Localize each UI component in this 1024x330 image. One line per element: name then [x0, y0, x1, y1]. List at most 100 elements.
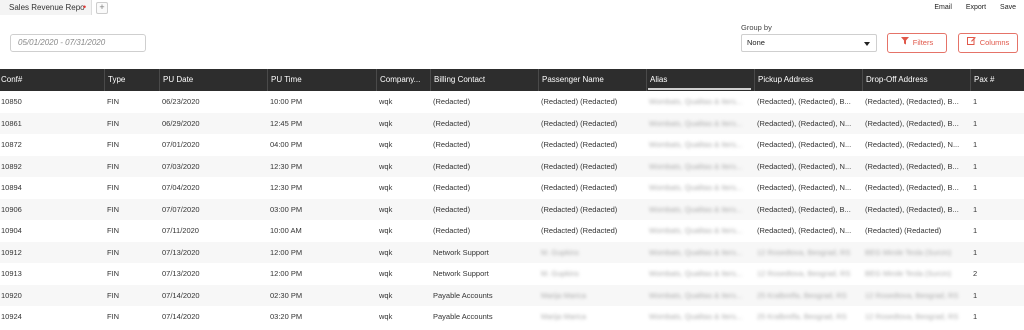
table-row[interactable]: 10906 FIN 07/07/2020 03:00 PM wqk (Redacted) (… [0, 198, 1024, 220]
column-header-dropoff-address[interactable]: Drop-Off Address [862, 69, 970, 91]
table-row[interactable]: 10912 FIN 07/13/2020 12:00 PM wqk Network Sup… [0, 241, 1024, 263]
cell-passenger-name: Marija Marica [541, 312, 587, 321]
export-button[interactable]: Export [966, 4, 986, 11]
cell-dropoff-address: 12 Rosedtova, Beograd, RS [865, 290, 959, 300]
cell-billing-contact: Network Support [433, 269, 489, 278]
cell-pu-time: 12:00 PM [270, 269, 303, 278]
group-by-value: None [747, 38, 765, 47]
cell-alias: Wombats, Qualitas & Iters... [649, 204, 743, 214]
cell-pu-time: 10:00 AM [270, 226, 302, 235]
cell-pu-time: 10:00 PM [270, 97, 303, 106]
cell-billing-contact: (Redacted) [433, 226, 471, 235]
cell-alias: Wombats, Qualitas & Iters... [649, 161, 743, 171]
column-header-billing-contact[interactable]: Billing Contact [430, 69, 538, 91]
cell-passenger-name: (Redacted) (Redacted) [541, 161, 618, 171]
cell-pickup-address: 25 Kralbrelfa, Beograd, RS [757, 290, 847, 300]
cell-company: wqk [379, 312, 393, 321]
cell-type: FIN [107, 312, 120, 321]
cell-type: FIN [107, 161, 120, 171]
cell-pickup-address: (Redacted), (Redacted), B... [757, 204, 851, 214]
cell-dropoff-address: (Redacted), (Redacted), B... [865, 183, 959, 192]
cell-dropoff-address: (Redacted), (Redacted), B... [865, 118, 959, 128]
cell-pickup-address: 12 Rosedtova, Beograd, RS [757, 269, 851, 278]
cell-dropoff-address: BEG Mirole Tesla (Surcin) [865, 269, 952, 278]
cell-alias: Wombats, Qualitas & Iters... [649, 312, 743, 321]
cell-alias: Wombats, Qualitas & Iters... [649, 118, 743, 128]
cell-pu-date: 07/13/2020 [162, 247, 200, 257]
cell-conf: 10861 [1, 118, 22, 128]
cell-type: FIN [107, 226, 120, 235]
columns-edit-icon [966, 34, 976, 52]
cell-passenger-name: (Redacted) (Redacted) [541, 140, 618, 149]
table-row[interactable]: 10872 FIN 07/01/2020 04:00 PM wqk (Redacted) (… [0, 134, 1024, 156]
column-header-pickup-address[interactable]: Pickup Address [754, 69, 862, 91]
cell-type: FIN [107, 183, 120, 192]
cell-pu-time: 12:00 PM [270, 247, 303, 257]
date-range-input[interactable]: 05/01/2020 - 07/31/2020 [10, 34, 146, 52]
add-tab-button[interactable]: + [96, 2, 108, 14]
cell-conf: 10850 [1, 97, 22, 106]
cell-pickup-address: (Redacted), (Redacted), N... [757, 226, 852, 235]
table-row[interactable]: 10894 FIN 07/04/2020 12:30 PM wqk (Redacted) (… [0, 177, 1024, 199]
cell-billing-contact: Payable Accounts [433, 312, 493, 321]
cell-pu-date: 07/13/2020 [162, 269, 200, 278]
cell-pu-date: 07/07/2020 [162, 204, 200, 214]
cell-conf: 10912 [1, 247, 22, 257]
column-header-pu-time[interactable]: PU Time [267, 69, 376, 91]
cell-pu-date: 07/04/2020 [162, 183, 200, 192]
cell-conf: 10906 [1, 204, 22, 214]
save-button[interactable]: Save [1000, 4, 1016, 11]
column-header-conf[interactable]: Conf# [0, 69, 104, 91]
unsaved-dot-icon: • [83, 2, 87, 12]
cell-passenger-name: (Redacted) (Redacted) [541, 118, 618, 128]
cell-billing-contact: (Redacted) [433, 118, 471, 128]
email-button[interactable]: Email [934, 4, 952, 11]
cell-alias: Wombats, Qualitas & Iters... [649, 183, 743, 192]
column-header-type[interactable]: Type [104, 69, 159, 91]
table-row[interactable]: 10850 FIN 06/23/2020 10:00 PM wqk (Redacted) (… [0, 91, 1024, 113]
cell-company: wqk [379, 247, 393, 257]
cell-billing-contact: (Redacted) [433, 204, 471, 214]
column-header-pu-date[interactable]: PU Date [159, 69, 267, 91]
funnel-icon [900, 34, 909, 52]
group-by-select[interactable]: None [741, 34, 877, 52]
cell-pu-date: 07/14/2020 [162, 312, 200, 321]
table-row[interactable]: 10892 FIN 07/03/2020 12:30 PM wqk (Redacted) (… [0, 155, 1024, 177]
cell-pax: 1 [973, 247, 978, 257]
cell-pickup-address: (Redacted), (Redacted), B... [757, 97, 851, 106]
cell-pu-date: 07/14/2020 [162, 290, 200, 300]
cell-pickup-address: 12 Rosedtova, Beograd, RS [757, 247, 851, 257]
table-row[interactable]: 10920 FIN 07/14/2020 02:30 PM wqk Payable Acc… [0, 284, 1024, 306]
cell-type: FIN [107, 97, 120, 106]
caret-down-icon [864, 42, 870, 46]
table-row[interactable]: 10924 FIN 07/14/2020 03:20 PM wqk Payable Acc… [0, 306, 1024, 328]
cell-alias: Wombats, Qualitas & Iters... [649, 269, 743, 278]
cell-company: wqk [379, 161, 393, 171]
column-header-company[interactable]: Company... [376, 69, 430, 91]
group-by-label: Group by [741, 23, 772, 32]
cell-billing-contact: (Redacted) [433, 97, 471, 106]
column-header-pax[interactable]: Pax # [970, 69, 1024, 91]
cell-pu-time: 12:30 PM [270, 161, 303, 171]
filters-button[interactable]: Filters [887, 33, 947, 53]
columns-button[interactable]: Columns [958, 33, 1018, 53]
column-header-passenger-name[interactable]: Passenger Name [538, 69, 646, 91]
cell-pax: 1 [973, 312, 978, 321]
cell-company: wqk [379, 269, 393, 278]
cell-dropoff-address: (Redacted), (Redacted), B... [865, 161, 959, 171]
cell-pax: 1 [973, 97, 978, 106]
tab-sales-revenue-report[interactable]: Sales Revenue Repo • [0, 0, 92, 15]
cell-pickup-address: (Redacted), (Redacted), N... [757, 140, 852, 149]
cell-pu-time: 12:45 PM [270, 118, 303, 128]
cell-dropoff-address: (Redacted), (Redacted), N... [865, 140, 960, 149]
cell-conf: 10920 [1, 290, 22, 300]
cell-conf: 10892 [1, 161, 22, 171]
cell-type: FIN [107, 247, 120, 257]
table-row[interactable]: 10904 FIN 07/11/2020 10:00 AM wqk (Redacted) (… [0, 220, 1024, 242]
cell-pu-date: 07/01/2020 [162, 140, 200, 149]
table-row[interactable]: 10913 FIN 07/13/2020 12:00 PM wqk Network Sup… [0, 263, 1024, 285]
cell-billing-contact: (Redacted) [433, 183, 471, 192]
cell-pax: 1 [973, 161, 978, 171]
cell-conf: 10913 [1, 269, 22, 278]
table-row[interactable]: 10861 FIN 06/29/2020 12:45 PM wqk (Redacted) (… [0, 112, 1024, 134]
